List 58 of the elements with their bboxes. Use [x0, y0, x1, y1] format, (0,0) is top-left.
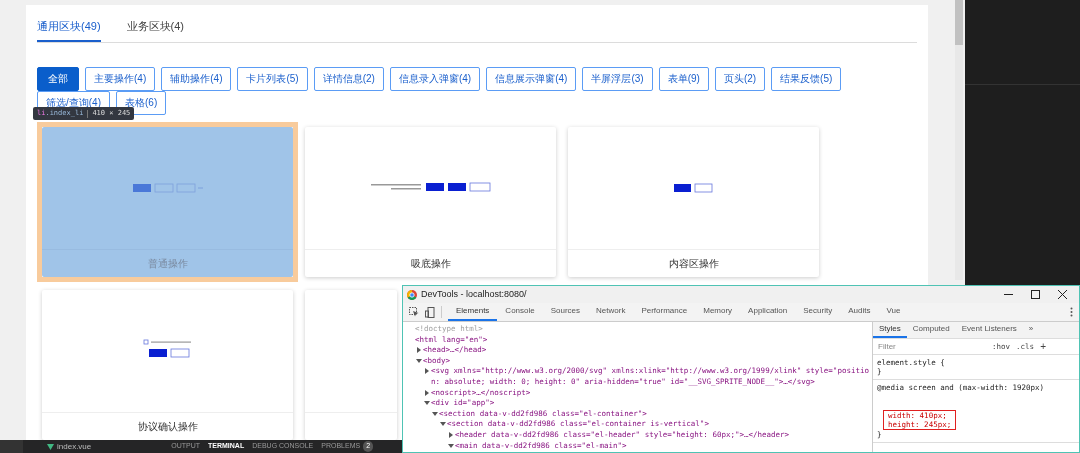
devtools-tab[interactable]: Network	[588, 303, 634, 321]
card-title: 吸底操作	[410, 256, 451, 271]
category-tab[interactable]: 业务区块(4)	[126, 18, 184, 42]
scrollbar-thumb[interactable]	[955, 0, 963, 45]
filter-button[interactable]: 辅助操作(4)	[161, 66, 232, 91]
devtools-tab[interactable]: Memory	[695, 303, 741, 321]
card-title: 内容区操作	[668, 256, 719, 271]
inspect-element-icon[interactable]	[409, 307, 419, 317]
vue-logo-icon	[47, 443, 54, 450]
category-tab[interactable]: 通用区块(49)	[37, 18, 101, 42]
styles-tab[interactable]: Event Listeners	[955, 322, 1023, 338]
styles-tab[interactable]: »	[1022, 322, 1040, 338]
filter-button[interactable]: 全部	[37, 66, 79, 91]
devtools-tab[interactable]: Elements	[448, 303, 498, 321]
filter-button[interactable]: 卡片列表(5)	[237, 66, 308, 91]
devtools-tab[interactable]: Audits	[840, 303, 879, 321]
collapse-triangle-icon[interactable]	[424, 400, 430, 407]
block-card[interactable]: 吸底操作	[305, 126, 556, 277]
filter-button[interactable]: 结果反馈(5)	[771, 66, 842, 91]
filter-button[interactable]: 详情信息(2)	[313, 66, 384, 91]
browser-logo-icon	[407, 289, 417, 300]
block-card[interactable]: 协议确认操作	[42, 289, 293, 440]
expand-triangle-icon[interactable]	[448, 431, 454, 438]
block-card[interactable]: 内容区操作	[568, 126, 819, 277]
expand-triangle-icon[interactable]	[424, 368, 430, 375]
card-title: 协议确认操作	[137, 419, 198, 434]
devtools-tab[interactable]: Console	[497, 303, 543, 321]
window-title: DevTools - localhost:8080/	[421, 287, 527, 301]
collapse-triangle-icon[interactable]	[416, 357, 422, 364]
file-name[interactable]: index.vue	[57, 440, 92, 453]
filter-button[interactable]: 半屏浮层(3)	[582, 66, 653, 91]
devtools-tab[interactable]: Application	[740, 303, 796, 321]
devtools-tab[interactable]: Vue	[878, 303, 909, 321]
filter-button[interactable]: 主要操作(4)	[85, 66, 156, 91]
devtools-tab[interactable]: Sources	[542, 303, 589, 321]
collapse-triangle-icon[interactable]	[448, 442, 454, 449]
close-icon[interactable]	[1058, 290, 1067, 299]
styles-tab[interactable]: Styles	[873, 322, 907, 338]
scrollbar[interactable]	[955, 0, 963, 280]
preview-drawing	[673, 182, 714, 193]
styles-tab[interactable]: Computed	[906, 322, 956, 338]
activity-bar	[0, 440, 23, 453]
expand-triangle-icon[interactable]	[424, 389, 430, 396]
collapse-triangle-icon[interactable]	[440, 421, 446, 428]
expand-triangle-icon[interactable]	[416, 347, 422, 354]
preview-drawing	[132, 182, 203, 193]
filter-button[interactable]: 页头(2)	[714, 66, 766, 91]
card-title: 普通操作	[147, 256, 188, 271]
add-rule-button[interactable]: +	[1040, 339, 1046, 354]
filter-button[interactable]: 信息展示弹窗(4)	[486, 66, 577, 91]
devtools-tab[interactable]: Performance	[633, 303, 696, 321]
filter-button[interactable]: 信息录入弹窗(4)	[389, 66, 481, 91]
maximize-icon[interactable]	[1031, 290, 1040, 299]
collapse-triangle-icon[interactable]	[432, 410, 438, 417]
more-options-icon[interactable]	[1070, 307, 1073, 317]
devtools-tab[interactable]: Security	[795, 303, 841, 321]
device-toggle-icon[interactable]	[425, 306, 435, 318]
filter-button[interactable]: 表单(9)	[658, 66, 709, 91]
